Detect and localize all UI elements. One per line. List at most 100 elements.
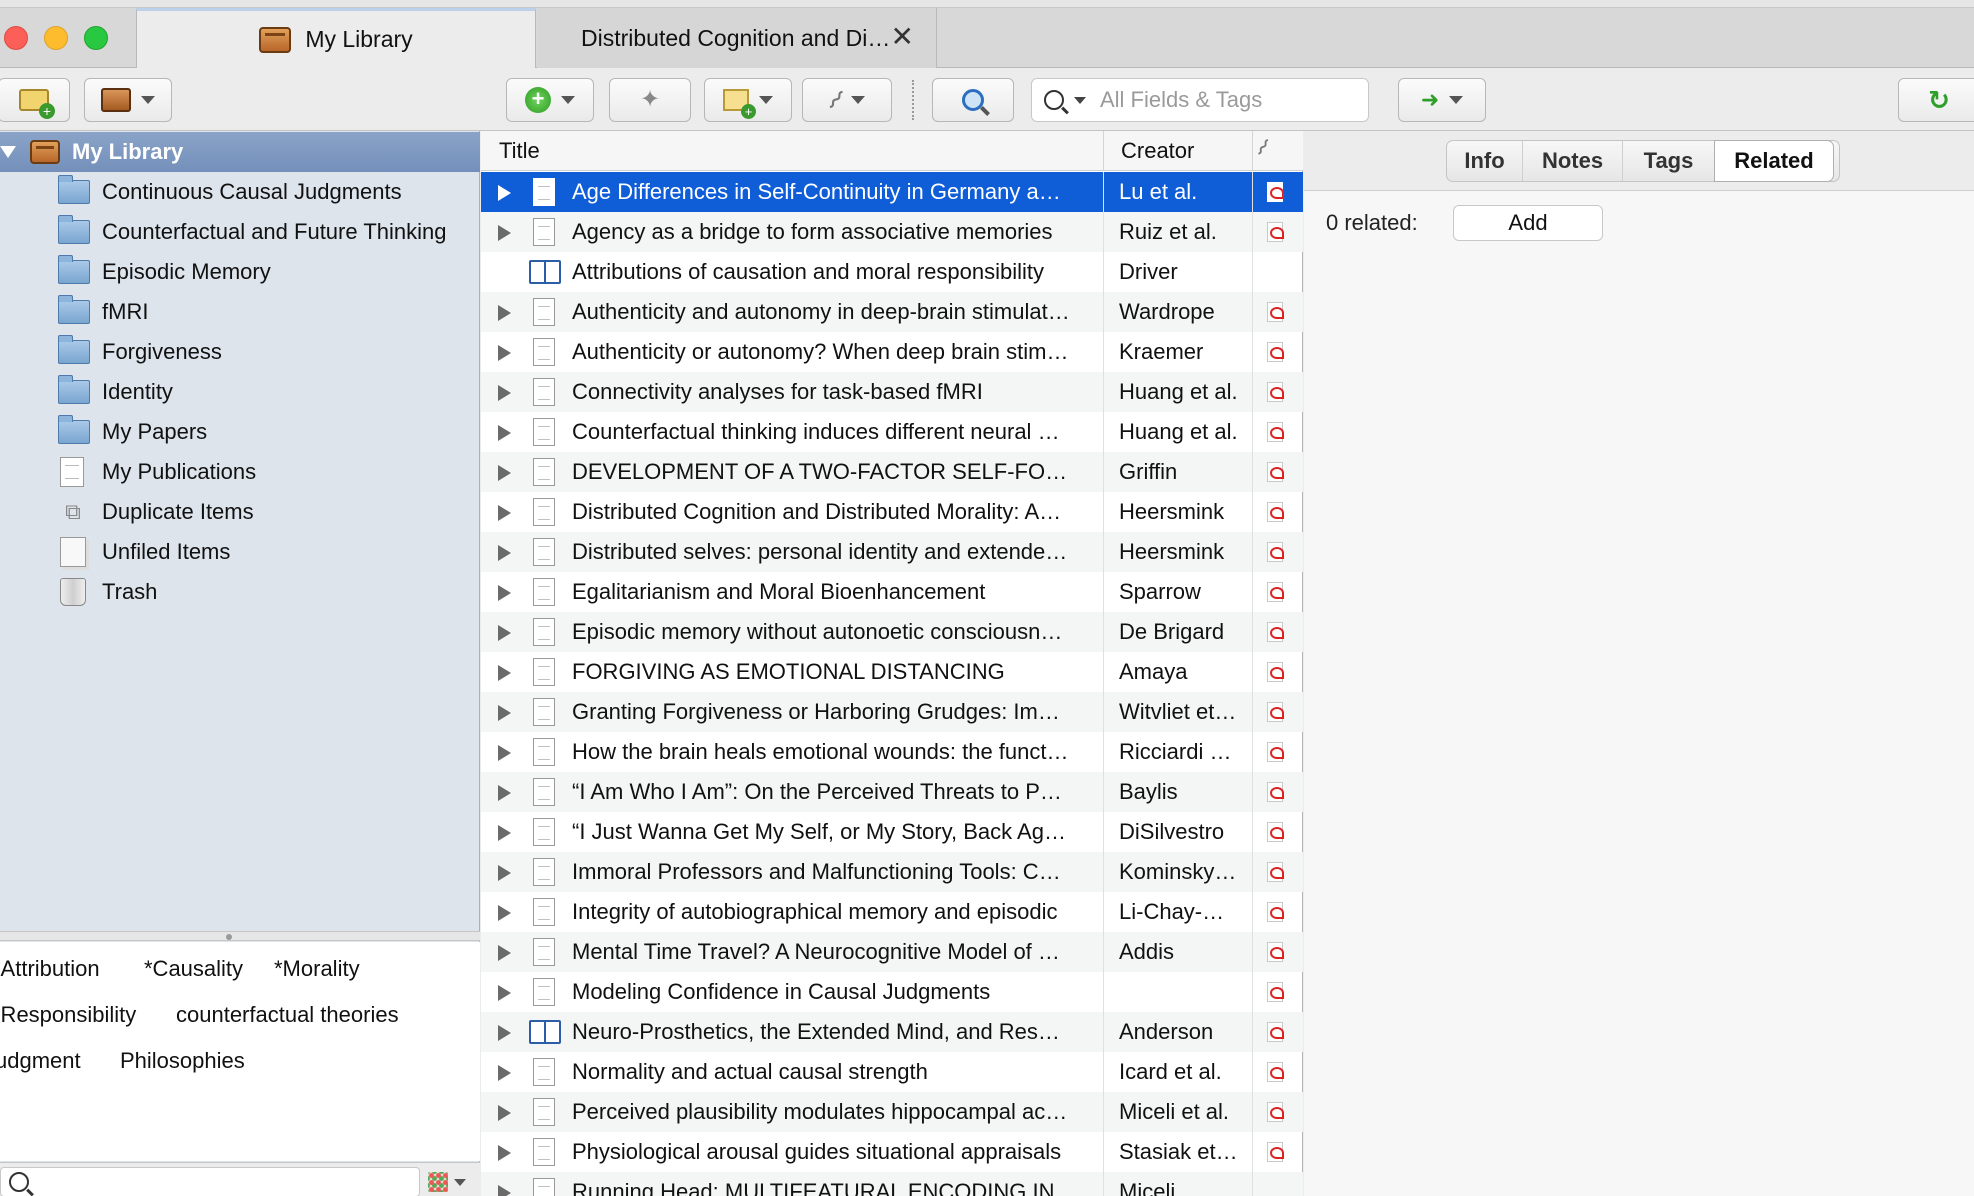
expand-triangle-icon[interactable] — [498, 665, 511, 681]
pdf-icon[interactable] — [1267, 182, 1284, 202]
expand-triangle-icon[interactable] — [498, 785, 511, 801]
new-item-button[interactable]: + — [506, 78, 594, 122]
pdf-icon[interactable] — [1267, 822, 1284, 842]
table-row[interactable]: Authenticity or autonomy? When deep brai… — [481, 332, 1303, 372]
expand-triangle-icon[interactable] — [498, 185, 511, 201]
expand-triangle-icon[interactable] — [498, 1025, 511, 1041]
table-row[interactable]: Neuro-Prosthetics, the Extended Mind, an… — [481, 1012, 1303, 1052]
pdf-icon[interactable] — [1267, 1062, 1284, 1082]
pdf-icon[interactable] — [1267, 662, 1284, 682]
tag-filter-input[interactable] — [0, 1167, 420, 1196]
advanced-search-button[interactable] — [932, 78, 1014, 122]
table-row[interactable]: Modeling Confidence in Causal Judgments — [481, 972, 1303, 1012]
tag-item[interactable]: *Responsibility — [0, 1002, 136, 1028]
close-tab-icon[interactable]: ✕ — [891, 22, 914, 52]
pdf-icon[interactable] — [1267, 1142, 1284, 1162]
pdf-icon[interactable] — [1267, 982, 1284, 1002]
table-row[interactable]: Physiological arousal guides situational… — [481, 1132, 1303, 1172]
expand-triangle-icon[interactable] — [498, 585, 511, 601]
column-divider[interactable] — [1103, 131, 1104, 171]
pdf-icon[interactable] — [1267, 1102, 1284, 1122]
table-row[interactable]: Authenticity and autonomy in deep-brain … — [481, 292, 1303, 332]
expand-triangle-icon[interactable] — [498, 1065, 511, 1081]
table-row[interactable]: Distributed selves: personal identity an… — [481, 532, 1303, 572]
pdf-icon[interactable] — [1267, 382, 1284, 402]
disclosure-triangle-icon[interactable] — [0, 146, 16, 158]
table-row[interactable]: How the brain heals emotional wounds: th… — [481, 732, 1303, 772]
expand-triangle-icon[interactable] — [498, 825, 511, 841]
table-row[interactable]: Counterfactual thinking induces differen… — [481, 412, 1303, 452]
tab-info[interactable]: Info — [1447, 141, 1523, 181]
expand-triangle-icon[interactable] — [498, 385, 511, 401]
expand-triangle-icon[interactable] — [498, 545, 511, 561]
expand-triangle-icon[interactable] — [498, 705, 511, 721]
sidebar-item-trash[interactable]: Trash — [0, 572, 480, 612]
search-icon[interactable] — [1044, 90, 1064, 110]
tag-item[interactable]: Judgment — [0, 1048, 81, 1074]
table-row[interactable]: Normality and actual causal strength Icar… — [481, 1052, 1303, 1092]
locate-button[interactable]: ➜ — [1398, 78, 1486, 122]
pane-splitter[interactable] — [0, 931, 480, 941]
table-row[interactable]: Agency as a bridge to form associative m… — [481, 212, 1303, 252]
sidebar-item-identity[interactable]: Identity — [0, 372, 480, 412]
new-collection-button[interactable] — [0, 78, 70, 122]
pdf-icon[interactable] — [1267, 622, 1284, 642]
tag-selector-actions-button[interactable] — [428, 1169, 472, 1195]
table-row[interactable]: “I Am Who I Am”: On the Perceived Threat… — [481, 772, 1303, 812]
sidebar-item-my-papers[interactable]: My Papers — [0, 412, 480, 452]
sidebar-item-continuous-causal-judgments[interactable]: Continuous Causal Judgments — [0, 172, 480, 212]
pdf-icon[interactable] — [1267, 902, 1284, 922]
pdf-icon[interactable] — [1267, 782, 1284, 802]
search-input[interactable] — [1100, 87, 1360, 113]
expand-triangle-icon[interactable] — [498, 225, 511, 241]
pdf-icon[interactable] — [1267, 342, 1284, 362]
table-row[interactable]: Age Differences in Self-Continuity in Ge… — [481, 172, 1303, 212]
sidebar-item-my-publications[interactable]: My Publications — [0, 452, 480, 492]
tab-tags[interactable]: Tags — [1623, 141, 1715, 181]
expand-triangle-icon[interactable] — [498, 1185, 511, 1196]
expand-triangle-icon[interactable] — [498, 985, 511, 1001]
table-row[interactable]: Integrity of autobiographical memory and… — [481, 892, 1303, 932]
pdf-icon[interactable] — [1267, 942, 1284, 962]
sidebar-item-my-library[interactable]: My Library — [0, 132, 480, 172]
sidebar-item-forgiveness[interactable]: Forgiveness — [0, 332, 480, 372]
paperclip-icon[interactable]: ⌇ — [1251, 134, 1274, 161]
expand-triangle-icon[interactable] — [498, 625, 511, 641]
tab-notes[interactable]: Notes — [1523, 141, 1623, 181]
expand-triangle-icon[interactable] — [498, 745, 511, 761]
sidebar-item-counterfactual-future-thinking[interactable]: Counterfactual and Future Thinking — [0, 212, 480, 252]
tag-item[interactable]: *Causality — [144, 956, 243, 982]
add-attachment-button[interactable]: ⌇ — [802, 78, 892, 122]
tab-related[interactable]: Related — [1715, 141, 1833, 181]
pdf-icon[interactable] — [1267, 582, 1284, 602]
sidebar-item-duplicate-items[interactable]: ⧉ Duplicate Items — [0, 492, 480, 532]
expand-triangle-icon[interactable] — [498, 1145, 511, 1161]
window-zoom-button[interactable] — [84, 26, 108, 50]
window-minimize-button[interactable] — [44, 26, 68, 50]
sidebar-item-episodic-memory[interactable]: Episodic Memory — [0, 252, 480, 292]
pdf-icon[interactable] — [1267, 1022, 1284, 1042]
add-related-button[interactable]: Add — [1453, 205, 1603, 241]
pdf-icon[interactable] — [1267, 702, 1284, 722]
expand-triangle-icon[interactable] — [498, 425, 511, 441]
tab-my-library[interactable]: My Library — [136, 8, 536, 68]
table-row[interactable]: Running Head: MULTIFEATURAL ENCODING IN M… — [481, 1172, 1303, 1196]
expand-triangle-icon[interactable] — [498, 305, 511, 321]
sidebar-item-unfiled-items[interactable]: Unfiled Items — [0, 532, 480, 572]
expand-triangle-icon[interactable] — [498, 505, 511, 521]
table-row[interactable]: Connectivity analyses for task-based fMR… — [481, 372, 1303, 412]
expand-triangle-icon[interactable] — [498, 345, 511, 361]
tag-item[interactable]: *Attribution — [0, 956, 100, 982]
add-by-identifier-button[interactable]: ✦ — [609, 78, 691, 122]
pdf-icon[interactable] — [1267, 462, 1284, 482]
pdf-icon[interactable] — [1267, 422, 1284, 442]
tab-document[interactable]: Distributed Cognition and Distributed Mo… — [537, 8, 937, 68]
table-row[interactable]: Perceived plausibility modulates hippoca… — [481, 1092, 1303, 1132]
sync-button[interactable]: ↻ — [1898, 78, 1974, 122]
tag-item[interactable]: Philosophies — [120, 1048, 245, 1074]
expand-triangle-icon[interactable] — [498, 465, 511, 481]
new-library-button[interactable] — [84, 78, 172, 122]
table-row[interactable]: Episodic memory without autonoetic consc… — [481, 612, 1303, 652]
search-mode-chevron-icon[interactable] — [1074, 96, 1086, 104]
table-row[interactable]: Attributions of causation and moral resp… — [481, 252, 1303, 292]
